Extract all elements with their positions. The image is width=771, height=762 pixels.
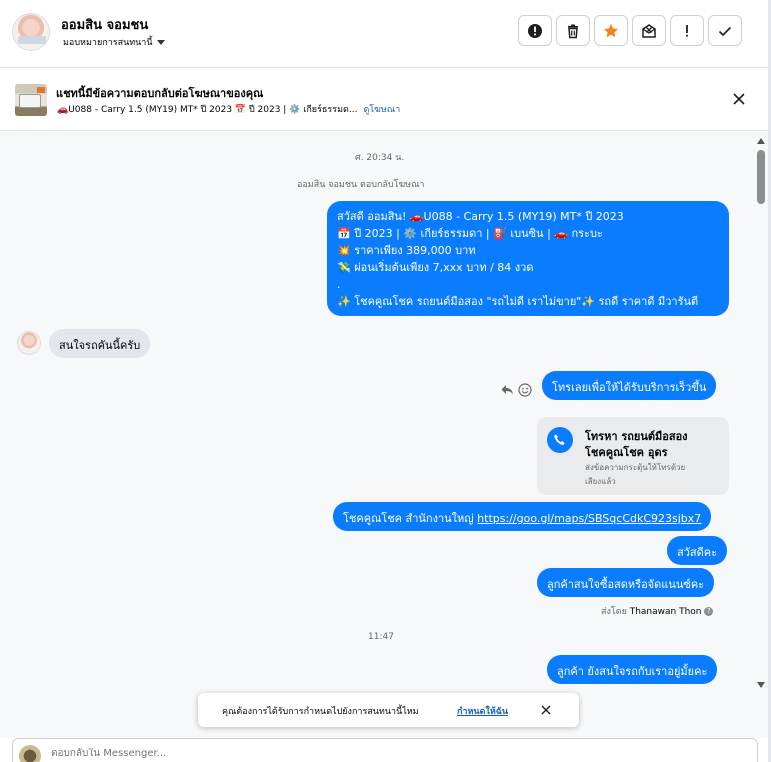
- ad-summary: 🚗U088 - Carry 1.5 (MY19) MT* ปี 2023 📅 ป…: [57, 105, 358, 115]
- message-line: 📅 ปี 2023 | ⚙️ เกียร์ธรรมดา | ⛽ เบนซิน |…: [337, 227, 603, 240]
- message-bubble-outgoing[interactable]: โชคคูณโชค สำนักงานใหญ่ https://goo.gl/ma…: [333, 502, 712, 531]
- reply-composer: [12, 738, 758, 762]
- ad-banner-subtitle: 🚗U088 - Carry 1.5 (MY19) MT* ปี 2023 📅 ป…: [57, 102, 400, 116]
- call-card-title-line: โชคคูณโชค อุดร: [585, 446, 668, 459]
- call-card-description: ส่งข้อความกระตุ้นให้โทรด้วย เสียงแล้ว: [585, 461, 685, 489]
- trash-icon: [568, 24, 578, 38]
- message-bubble-outgoing[interactable]: ลูกค้า ยังสนใจรถกับเราอยู่มั้ยคะ: [547, 655, 718, 684]
- avatar[interactable]: [17, 331, 41, 355]
- close-toast-button[interactable]: [539, 703, 553, 717]
- message-line: 💸 ผ่อนเริ่มต้นเพียง 7,xxx บาท / 84 งวด: [337, 261, 534, 274]
- caret-down-icon: [156, 40, 165, 45]
- check-icon: [718, 26, 732, 36]
- view-ad-link[interactable]: ดูโฆษณา: [363, 105, 400, 115]
- call-card-desc-line: เสียงแล้ว: [585, 477, 616, 486]
- reply-input[interactable]: [51, 748, 651, 759]
- ad-banner-title: แชทนี้มีข้อความตอบกลับต่อโฆษณาของคุณ: [56, 87, 264, 100]
- ad-thumbnail[interactable]: [15, 84, 47, 116]
- message-bubble-outgoing[interactable]: ลูกค้าสนใจซื้อสดหรือจัดแนนซ์คะ: [537, 568, 715, 597]
- report-button[interactable]: [518, 15, 552, 46]
- help-icon[interactable]: ?: [704, 607, 714, 616]
- message-bubble-incoming[interactable]: สนใจรถคันนี้ครับ: [49, 329, 151, 358]
- sent-by-prefix: ส่งโดย: [601, 607, 627, 617]
- message-bubble-outgoing[interactable]: สวัสดีคะ: [667, 536, 728, 565]
- scroll-down-arrow-icon[interactable]: [757, 682, 765, 688]
- conversation-header: ออมสิน จอมชน มอบหมายการสนทนานี้: [0, 0, 768, 68]
- message-bubble-ad[interactable]: สวัสดี ออมสิน! 🚗U088 - Carry 1.5 (MY19) …: [327, 201, 729, 316]
- ad-reply-note: ออมสิน จอมชน ตอบกลับโฆษณา: [297, 180, 425, 190]
- star-button[interactable]: [594, 15, 628, 46]
- message-line: สวัสดี ออมสิน! 🚗U088 - Carry 1.5 (MY19) …: [337, 210, 624, 223]
- map-link[interactable]: https://goo.gl/maps/SBSqcCdkC923sjbx7: [477, 512, 701, 525]
- star-icon: [604, 23, 618, 37]
- close-icon: [733, 93, 745, 105]
- message-line: ✨ โชคคูณโชค รถยนต์มือสอง "รถไม่ดี เราไม่…: [337, 295, 699, 308]
- timestamp: 11:47: [368, 632, 394, 642]
- chat-scrollbar[interactable]: [754, 132, 768, 692]
- assign-label: มอบหมายการสนทนานี้: [63, 38, 153, 48]
- exclamation-icon: [686, 24, 688, 37]
- spam-button[interactable]: [670, 15, 704, 46]
- message-bubble-outgoing[interactable]: โทรเลยเพื่อให้ได้รับบริการเร็วขึ้น: [542, 371, 717, 400]
- message-line: .: [337, 278, 341, 291]
- delete-button[interactable]: [556, 15, 590, 46]
- sent-by-label: ส่งโดย Thanawan Thon ?: [601, 604, 714, 618]
- alert-circle-icon: [528, 23, 542, 38]
- sent-by-name: Thanawan Thon: [629, 607, 702, 617]
- toast-message: คุณต้องการได้รับการกำหนดไปยังการสนทนานี้…: [222, 707, 419, 717]
- close-banner-button[interactable]: [730, 90, 748, 108]
- phone-icon: [547, 427, 573, 453]
- mark-unread-button[interactable]: [632, 15, 666, 46]
- envelope-x-icon: [642, 23, 656, 38]
- assign-to-me-link[interactable]: กำหนดให้ฉัน: [457, 704, 508, 718]
- message-text: โชคคูณโชค สำนักงานใหญ่: [343, 512, 474, 525]
- timestamp: ศ. 20:34 น.: [355, 153, 405, 163]
- scroll-thumb[interactable]: [757, 150, 765, 204]
- call-card-desc-line: ส่งข้อความกระตุ้นให้โทรด้วย: [585, 463, 686, 472]
- call-card-title: โทรหา รถยนต์มือสอง โชคคูณโชค อุดร: [585, 429, 688, 461]
- scroll-up-arrow-icon[interactable]: [757, 138, 765, 144]
- call-request-card[interactable]: โทรหา รถยนต์มือสอง โชคคูณโชค อุดร ส่งข้อ…: [537, 417, 729, 495]
- react-icon[interactable]: [518, 382, 532, 397]
- contact-name[interactable]: ออมสิน จอมชน: [61, 14, 148, 35]
- close-icon: [541, 705, 551, 715]
- assign-conversation-dropdown[interactable]: มอบหมายการสนทนานี้: [63, 35, 165, 49]
- assignment-prompt-toast: คุณต้องการได้รับการกำหนดไปยังการสนทนานี้…: [198, 693, 579, 727]
- avatar: [19, 745, 41, 762]
- avatar[interactable]: [12, 13, 50, 51]
- reply-icon[interactable]: [500, 382, 514, 396]
- done-button[interactable]: [708, 15, 742, 46]
- call-card-title-line: โทรหา รถยนต์มือสอง: [585, 430, 688, 443]
- message-line: 💥 ราคาเพียง 389,000 บาท: [337, 244, 476, 257]
